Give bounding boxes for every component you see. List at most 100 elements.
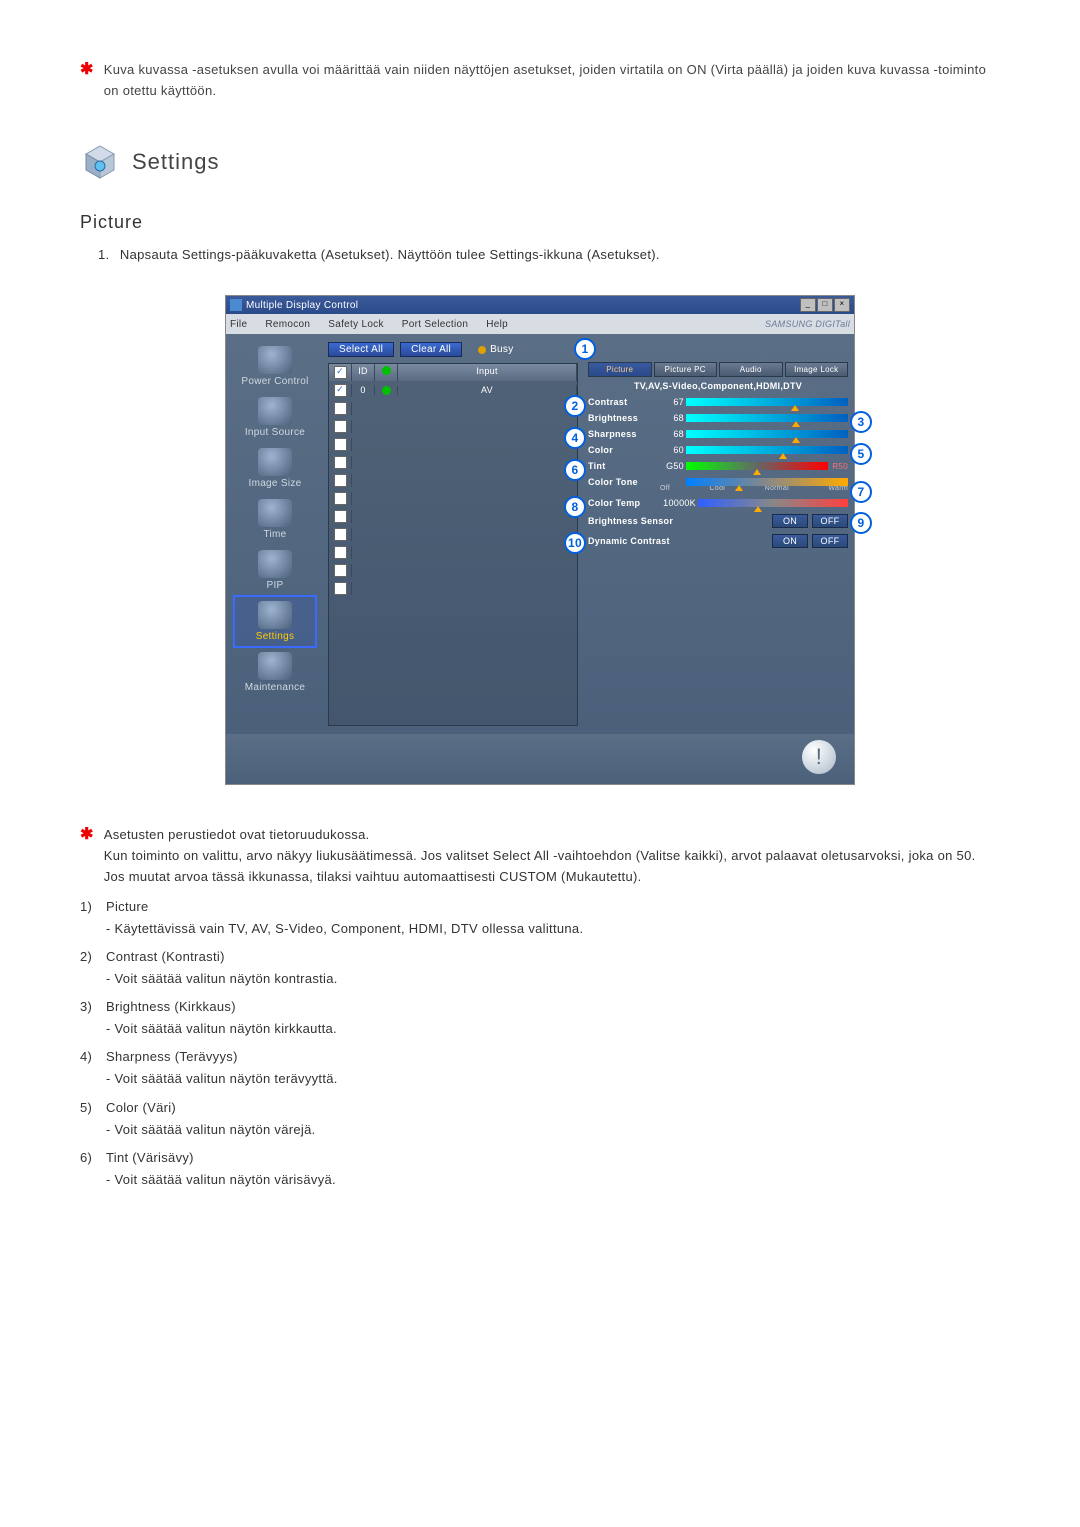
slider-contrast[interactable] bbox=[686, 398, 848, 406]
status-icon bbox=[382, 366, 391, 375]
right-panel: 1 Picture Picture PC Audio Image Lock TV… bbox=[582, 334, 854, 734]
table-row[interactable]: ✓ 0 AV bbox=[329, 381, 577, 399]
section-picture-title: Picture bbox=[80, 212, 1000, 233]
sidebar-item-maintenance[interactable]: Maintenance bbox=[235, 648, 315, 697]
slider-color[interactable] bbox=[686, 446, 848, 454]
table-row[interactable] bbox=[329, 543, 577, 561]
label-sharpness: Sharpness bbox=[588, 429, 660, 439]
picture-intro: 1. Napsauta Settings-pääkuvaketta (Asetu… bbox=[98, 245, 1000, 266]
minimize-button[interactable]: _ bbox=[800, 298, 816, 312]
pip-icon bbox=[258, 550, 292, 578]
desc-item-3: 3) Brightness (Kirkkaus)- Voit säätää va… bbox=[80, 996, 1000, 1040]
table-row[interactable] bbox=[329, 561, 577, 579]
row-checkbox[interactable] bbox=[334, 528, 347, 541]
sidebar-item-image-size[interactable]: Image Size bbox=[235, 444, 315, 493]
label-color-tone: Color Tone bbox=[588, 477, 660, 487]
row-checkbox[interactable] bbox=[334, 546, 347, 559]
mid-panel: Select All Clear All Busy ✓ ID Input bbox=[324, 334, 582, 734]
top-note-text: Kuva kuvassa -asetuksen avulla voi määri… bbox=[104, 60, 1000, 102]
row-checkbox[interactable] bbox=[334, 474, 347, 487]
label-brightness-sensor: Brightness Sensor bbox=[588, 516, 688, 526]
slider-tint[interactable] bbox=[686, 462, 828, 470]
menu-safety-lock[interactable]: Safety Lock bbox=[328, 319, 384, 330]
busy-indicator: Busy bbox=[478, 344, 513, 355]
label-tint: Tint bbox=[588, 461, 660, 471]
maintenance-icon bbox=[258, 652, 292, 680]
table-row[interactable] bbox=[329, 579, 577, 597]
tab-picture-pc[interactable]: Picture PC bbox=[654, 362, 718, 377]
menu-file[interactable]: File bbox=[230, 319, 247, 330]
input-source-icon bbox=[258, 397, 292, 425]
sidebar-item-power-control[interactable]: Power Control bbox=[235, 342, 315, 391]
tab-image-lock[interactable]: Image Lock bbox=[785, 362, 849, 377]
tab-picture[interactable]: Picture bbox=[588, 362, 652, 377]
sidebar-item-input-source[interactable]: Input Source bbox=[235, 393, 315, 442]
row-checkbox[interactable]: ✓ bbox=[334, 384, 347, 397]
row-checkbox[interactable] bbox=[334, 402, 347, 415]
sidebar-item-pip[interactable]: PIP bbox=[235, 546, 315, 595]
image-size-icon bbox=[258, 448, 292, 476]
table-row[interactable] bbox=[329, 507, 577, 525]
callout-10: 10 bbox=[564, 532, 586, 554]
table-row[interactable] bbox=[329, 453, 577, 471]
row-checkbox[interactable] bbox=[334, 420, 347, 433]
clear-all-button[interactable]: Clear All bbox=[400, 342, 462, 357]
top-star-note: ✱ Kuva kuvassa -asetuksen avulla voi mää… bbox=[80, 60, 1000, 102]
menu-remocon[interactable]: Remocon bbox=[265, 319, 310, 330]
description-list: 1) Picture- Käytettävissä vain TV, AV, S… bbox=[80, 896, 1000, 1191]
row-checkbox[interactable] bbox=[334, 492, 347, 505]
label-dynamic-contrast: Dynamic Contrast bbox=[588, 536, 688, 546]
value-sharpness: 68 bbox=[660, 429, 686, 439]
desc-item-1: 1) Picture- Käytettävissä vain TV, AV, S… bbox=[80, 896, 1000, 940]
star-icon: ✱ bbox=[80, 60, 94, 79]
menu-port-selection[interactable]: Port Selection bbox=[402, 319, 468, 330]
sidebar: Power Control Input Source Image Size Ti… bbox=[226, 334, 324, 734]
tint-r50: R50 bbox=[832, 462, 848, 471]
callout-8: 8 bbox=[564, 496, 586, 518]
slider-sharpness[interactable] bbox=[686, 430, 848, 438]
table-row[interactable] bbox=[329, 417, 577, 435]
star-icon: ✱ bbox=[80, 825, 94, 844]
value-contrast: 67 bbox=[660, 397, 686, 407]
callout-9: 9 bbox=[850, 512, 872, 534]
sidebar-item-time[interactable]: Time bbox=[235, 495, 315, 544]
bsensor-on-button[interactable]: ON bbox=[772, 514, 808, 528]
sidebar-item-settings[interactable]: Settings bbox=[235, 597, 315, 646]
table-row[interactable] bbox=[329, 399, 577, 417]
row-checkbox[interactable] bbox=[334, 582, 347, 595]
rp-source-title: TV,AV,S-Video,Component,HDMI,DTV bbox=[588, 381, 848, 391]
col-id: ID bbox=[352, 364, 375, 381]
table-row[interactable] bbox=[329, 525, 577, 543]
display-grid: ✓ ID Input ✓ 0 AV bbox=[328, 363, 578, 726]
callout-2: 2 bbox=[564, 395, 586, 417]
select-all-button[interactable]: Select All bbox=[328, 342, 394, 357]
slider-color-tone[interactable] bbox=[686, 478, 848, 486]
bsensor-off-button[interactable]: OFF bbox=[812, 514, 848, 528]
table-row[interactable] bbox=[329, 435, 577, 453]
close-button[interactable]: × bbox=[834, 298, 850, 312]
label-contrast: Contrast bbox=[588, 397, 660, 407]
help-icon[interactable]: ! bbox=[802, 740, 836, 774]
header-checkbox[interactable]: ✓ bbox=[334, 366, 347, 379]
settings-header: Settings bbox=[80, 142, 1000, 182]
callout-7: 7 bbox=[850, 481, 872, 503]
row-checkbox[interactable] bbox=[334, 438, 347, 451]
menu-help[interactable]: Help bbox=[486, 319, 508, 330]
table-row[interactable] bbox=[329, 489, 577, 507]
table-row[interactable] bbox=[329, 471, 577, 489]
slider-brightness[interactable] bbox=[686, 414, 848, 422]
row-checkbox[interactable] bbox=[334, 564, 347, 577]
row-checkbox[interactable] bbox=[334, 510, 347, 523]
desc-item-2: 2) Contrast (Kontrasti)- Voit säätää val… bbox=[80, 946, 1000, 990]
brand-label: SAMSUNG DIGITall bbox=[765, 319, 850, 329]
row-checkbox[interactable] bbox=[334, 456, 347, 469]
slider-color-temp[interactable] bbox=[698, 499, 848, 507]
dcontrast-off-button[interactable]: OFF bbox=[812, 534, 848, 548]
dcontrast-on-button[interactable]: ON bbox=[772, 534, 808, 548]
maximize-button[interactable]: □ bbox=[817, 298, 833, 312]
row-status-icon bbox=[382, 386, 391, 395]
desc-item-6: 6) Tint (Värisävy)- Voit säätää valitun … bbox=[80, 1147, 1000, 1191]
screenshot-figure: Multiple Display Control _ □ × File Remo… bbox=[225, 295, 855, 785]
tab-audio[interactable]: Audio bbox=[719, 362, 783, 377]
callout-5: 5 bbox=[850, 443, 872, 465]
